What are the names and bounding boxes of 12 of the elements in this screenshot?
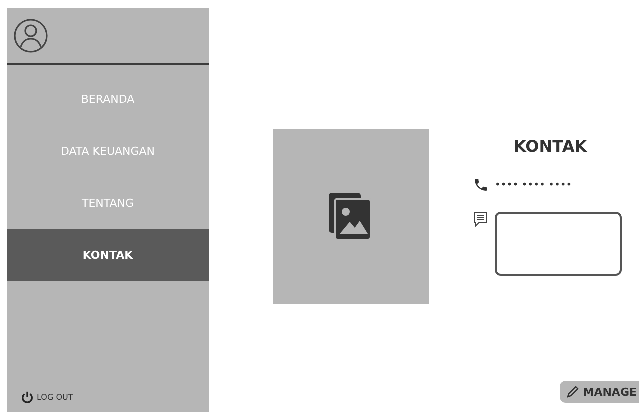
pencil-icon bbox=[566, 385, 580, 399]
contact-title: KONTAK bbox=[514, 137, 588, 156]
nav-item[interactable]: KONTAK bbox=[7, 229, 209, 281]
message-icon bbox=[473, 212, 489, 228]
user-icon[interactable] bbox=[13, 18, 49, 54]
manage-button[interactable]: MANAGE bbox=[560, 381, 639, 403]
logout-link[interactable]: LOG OUT bbox=[21, 391, 209, 404]
phone-icon bbox=[473, 176, 489, 194]
gallery-icon bbox=[329, 192, 373, 240]
message-field[interactable] bbox=[495, 212, 622, 276]
power-icon bbox=[21, 391, 34, 404]
phone-number: •••• •••• •••• bbox=[495, 180, 572, 190]
